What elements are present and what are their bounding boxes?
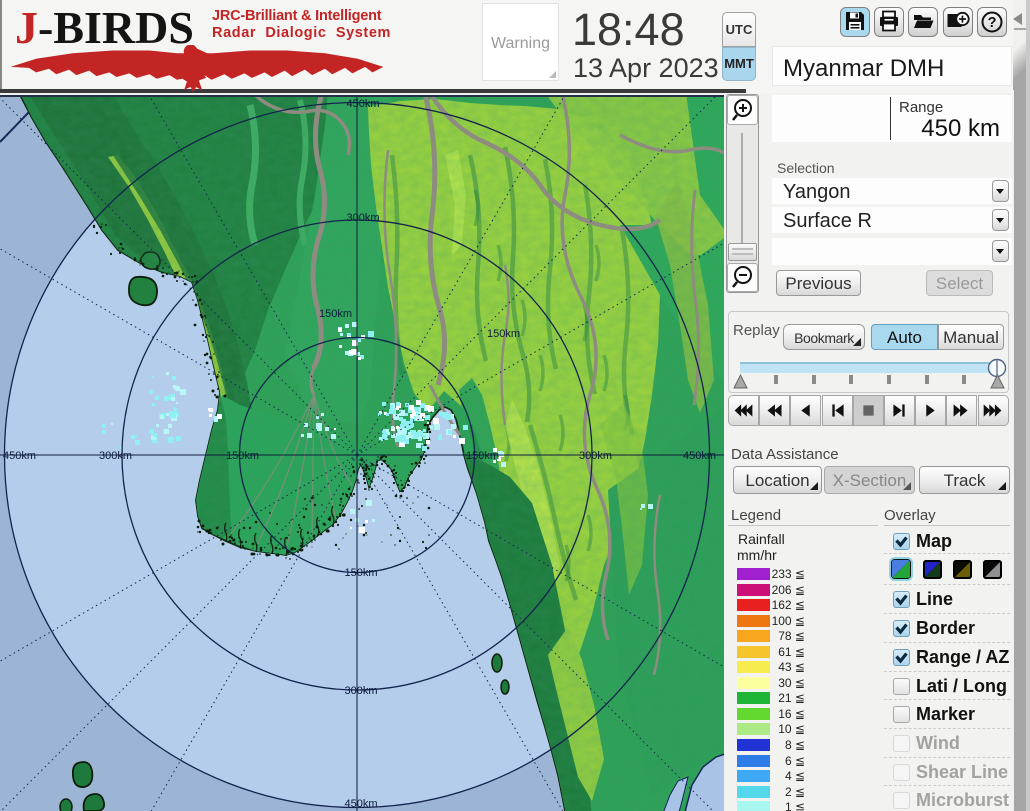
svg-text:150km: 150km bbox=[466, 450, 499, 462]
svg-text:450km: 450km bbox=[346, 98, 379, 110]
svg-text:450km: 450km bbox=[3, 450, 36, 462]
svg-text:150km: 150km bbox=[319, 308, 352, 320]
svg-text:150km: 150km bbox=[226, 450, 259, 462]
svg-text:?: ? bbox=[988, 15, 997, 31]
svg-text:450km: 450km bbox=[683, 450, 716, 462]
svg-text:150km: 150km bbox=[487, 328, 520, 340]
svg-text:300km: 300km bbox=[346, 212, 379, 224]
svg-text:300km: 300km bbox=[579, 450, 612, 462]
svg-text:300km: 300km bbox=[344, 685, 377, 697]
svg-text:300km: 300km bbox=[99, 450, 132, 462]
svg-text:450km: 450km bbox=[344, 798, 377, 810]
svg-text:150km: 150km bbox=[344, 567, 377, 579]
